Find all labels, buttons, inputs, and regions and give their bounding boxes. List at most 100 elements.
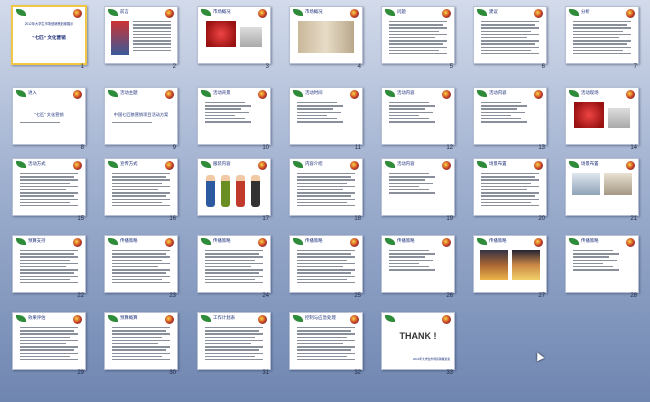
text-line [112, 272, 166, 274]
slide-thumbnail[interactable]: 活动时间 11 [289, 87, 363, 157]
slide-thumbnail[interactable]: 活动方式 15 [12, 158, 86, 228]
text-line [297, 198, 355, 200]
text-line [297, 272, 351, 274]
text-line [112, 359, 170, 361]
slide-number: 16 [169, 216, 176, 222]
text-line [389, 121, 435, 123]
emblem-logo-icon [534, 9, 543, 18]
text-line [112, 122, 152, 124]
text-line [481, 27, 539, 29]
text-line [297, 179, 355, 181]
slide-thumbnail[interactable]: 活动主题 中国七匹狼营销项目活动方案 9 [104, 87, 178, 157]
text-line [205, 105, 251, 107]
slide-thumbnail[interactable]: 活动内容 12 [381, 87, 455, 157]
slide-preview: 建议 [473, 6, 547, 64]
text-line [389, 256, 425, 258]
text-line [20, 333, 78, 335]
text-line [205, 250, 263, 252]
slide-thumbnail[interactable]: 传播策略 27 [473, 235, 547, 305]
text-line [112, 201, 162, 204]
slide-thumbnail[interactable]: 场景布置 20 [473, 158, 547, 228]
slide-image [604, 173, 632, 195]
text-line [112, 179, 170, 181]
text-line [133, 21, 171, 23]
emblem-logo-icon [626, 161, 635, 170]
slide-thumbnail[interactable]: 传播策略 24 [197, 235, 271, 305]
text-line [481, 198, 539, 200]
leaf-logo-icon [16, 238, 26, 245]
text-line [112, 339, 170, 342]
text-line [389, 173, 429, 175]
leaf-logo-icon [293, 238, 303, 245]
text-line [297, 102, 337, 104]
text-line [389, 24, 443, 26]
leaf-logo-icon [108, 238, 118, 245]
slide-thumbnail[interactable]: 活动内容 19 [381, 158, 455, 228]
slide-preview: 活动时间 [289, 87, 363, 145]
slide-preview: 传播策略 [197, 235, 271, 293]
slide-thumbnail[interactable]: 问题 5 [381, 6, 455, 76]
text-line [20, 266, 66, 268]
text-line [481, 189, 527, 191]
text-line [297, 121, 343, 123]
text-line [481, 114, 511, 117]
text-line [297, 339, 355, 342]
slide-thumbnail[interactable]: 市场概况 3 [197, 6, 271, 76]
slide-thumbnail[interactable]: 传播策略 26 [381, 235, 455, 305]
text-line [389, 43, 443, 45]
slide-number: 13 [538, 145, 545, 151]
slide-thumbnail[interactable]: 2012年大学生市场营销策划案展示 “七匹” 文化营销 1 [11, 5, 87, 76]
text-line [205, 121, 251, 123]
slide-thumbnail[interactable]: 传播策略 28 [565, 235, 639, 305]
slide-header: 活动主题 [120, 90, 138, 95]
slide-header: 活动方式 [28, 161, 46, 166]
slide-thumbnail[interactable]: 建议 6 [473, 6, 547, 76]
text-line [297, 349, 351, 351]
slide-number: 32 [354, 370, 361, 376]
text-line [112, 195, 166, 197]
slide-thumbnail[interactable]: 控制与应急处理 32 [289, 312, 363, 382]
slide-thumbnail[interactable]: 活动现场 14 [565, 87, 639, 157]
text-line [481, 111, 525, 113]
text-line [112, 256, 170, 258]
leaf-logo-icon [201, 238, 211, 245]
slide-thumbnail[interactable]: 进入 “七匹” 文化营销 8 [12, 87, 86, 157]
text-line [297, 278, 347, 281]
emblem-logo-icon [258, 238, 267, 247]
slide-number: 26 [446, 293, 453, 299]
emblem-logo-icon [73, 315, 82, 324]
slide-thumbnail[interactable]: THANK ! 2012年大学生市场营销策划案 33 [381, 312, 455, 382]
text-line [205, 359, 263, 361]
slide-thumbnail[interactable]: 预算概算 30 [104, 312, 178, 382]
text-line [133, 33, 171, 36]
text-line [297, 275, 355, 277]
slide-thumbnail[interactable]: 工作计划表 31 [197, 312, 271, 382]
slide-thumbnail[interactable]: 前言 2 [104, 6, 178, 76]
text-line [112, 173, 170, 175]
slide-preview: 市场概况 [289, 6, 363, 64]
slide-thumbnail[interactable]: 宣传方式 16 [104, 158, 178, 228]
slide-thumbnail[interactable]: 分析 7 [565, 6, 639, 76]
slide-preview: 活动现场 [565, 87, 639, 145]
slide-thumbnail[interactable]: 活动背景 10 [197, 87, 271, 157]
slide-thumbnail[interactable]: 市场概况 4 [289, 6, 363, 76]
slide-thumbnail[interactable]: 效果评估 29 [12, 312, 86, 382]
slide-thumbnail[interactable]: 预算支持 22 [12, 235, 86, 305]
emblem-logo-icon [165, 9, 174, 18]
slide-thumbnail[interactable]: 服装内容 17 [197, 158, 271, 228]
text-line [20, 282, 78, 284]
slide-thumbnail[interactable]: 场景布置 21 [565, 158, 639, 228]
text-line [20, 192, 78, 194]
slide-thumbnail[interactable]: 传播策略 23 [104, 235, 178, 305]
emblem-logo-icon [73, 238, 82, 247]
leaf-logo-icon [569, 90, 579, 97]
slide-number: 28 [630, 293, 637, 299]
text-line [112, 333, 170, 335]
emblem-logo-icon [165, 161, 174, 170]
slide-thumbnail[interactable]: 活动内容 13 [473, 87, 547, 157]
person-figure [221, 175, 230, 207]
slide-number: 6 [541, 64, 545, 70]
slide-thumbnail[interactable]: 内容介绍 18 [289, 158, 363, 228]
slide-thumbnail[interactable]: 传播策略 25 [289, 235, 363, 305]
text-line [20, 256, 78, 258]
